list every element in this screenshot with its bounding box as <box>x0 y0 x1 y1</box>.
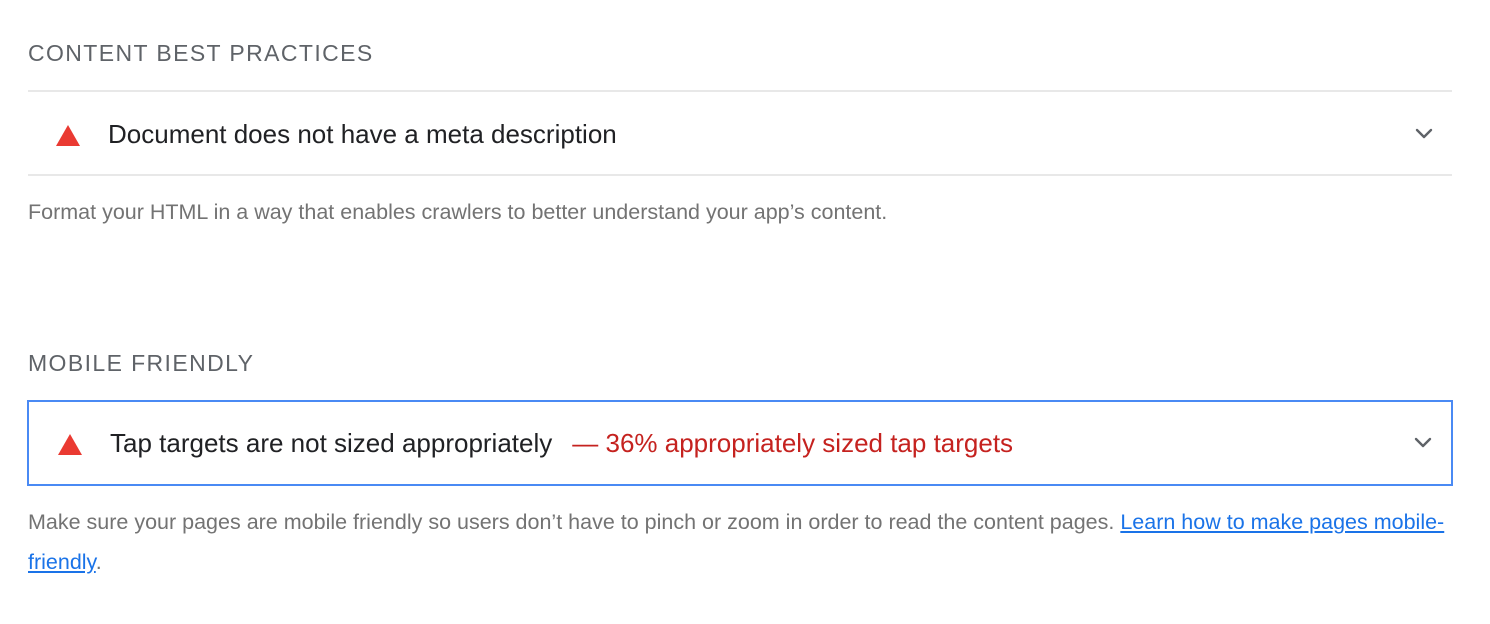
audit-tap-targets[interactable]: Tap targets are not sized appropriately —… <box>27 400 1453 486</box>
group-description: Format your HTML in a way that enables c… <box>28 200 888 224</box>
group-title-content-best-practices: CONTENT BEST PRACTICES <box>28 40 374 66</box>
audit-title: Tap targets are not sized appropriately —… <box>110 428 1014 458</box>
warning-triangle-icon <box>58 434 82 455</box>
chevron-down-icon[interactable] <box>1414 125 1434 141</box>
group-title-mobile-friendly: MOBILE FRIENDLY <box>28 350 255 376</box>
audit-title: Document does not have a meta descriptio… <box>108 119 617 149</box>
audit-meta-description[interactable]: Document does not have a meta descriptio… <box>28 90 1452 176</box>
warning-triangle-icon <box>56 125 80 146</box>
audit-display-value: — 36% appropriately sized tap targets <box>572 428 1014 458</box>
group-description: Make sure your pages are mobile friendly… <box>28 510 1445 574</box>
chevron-down-icon[interactable] <box>1413 434 1433 450</box>
